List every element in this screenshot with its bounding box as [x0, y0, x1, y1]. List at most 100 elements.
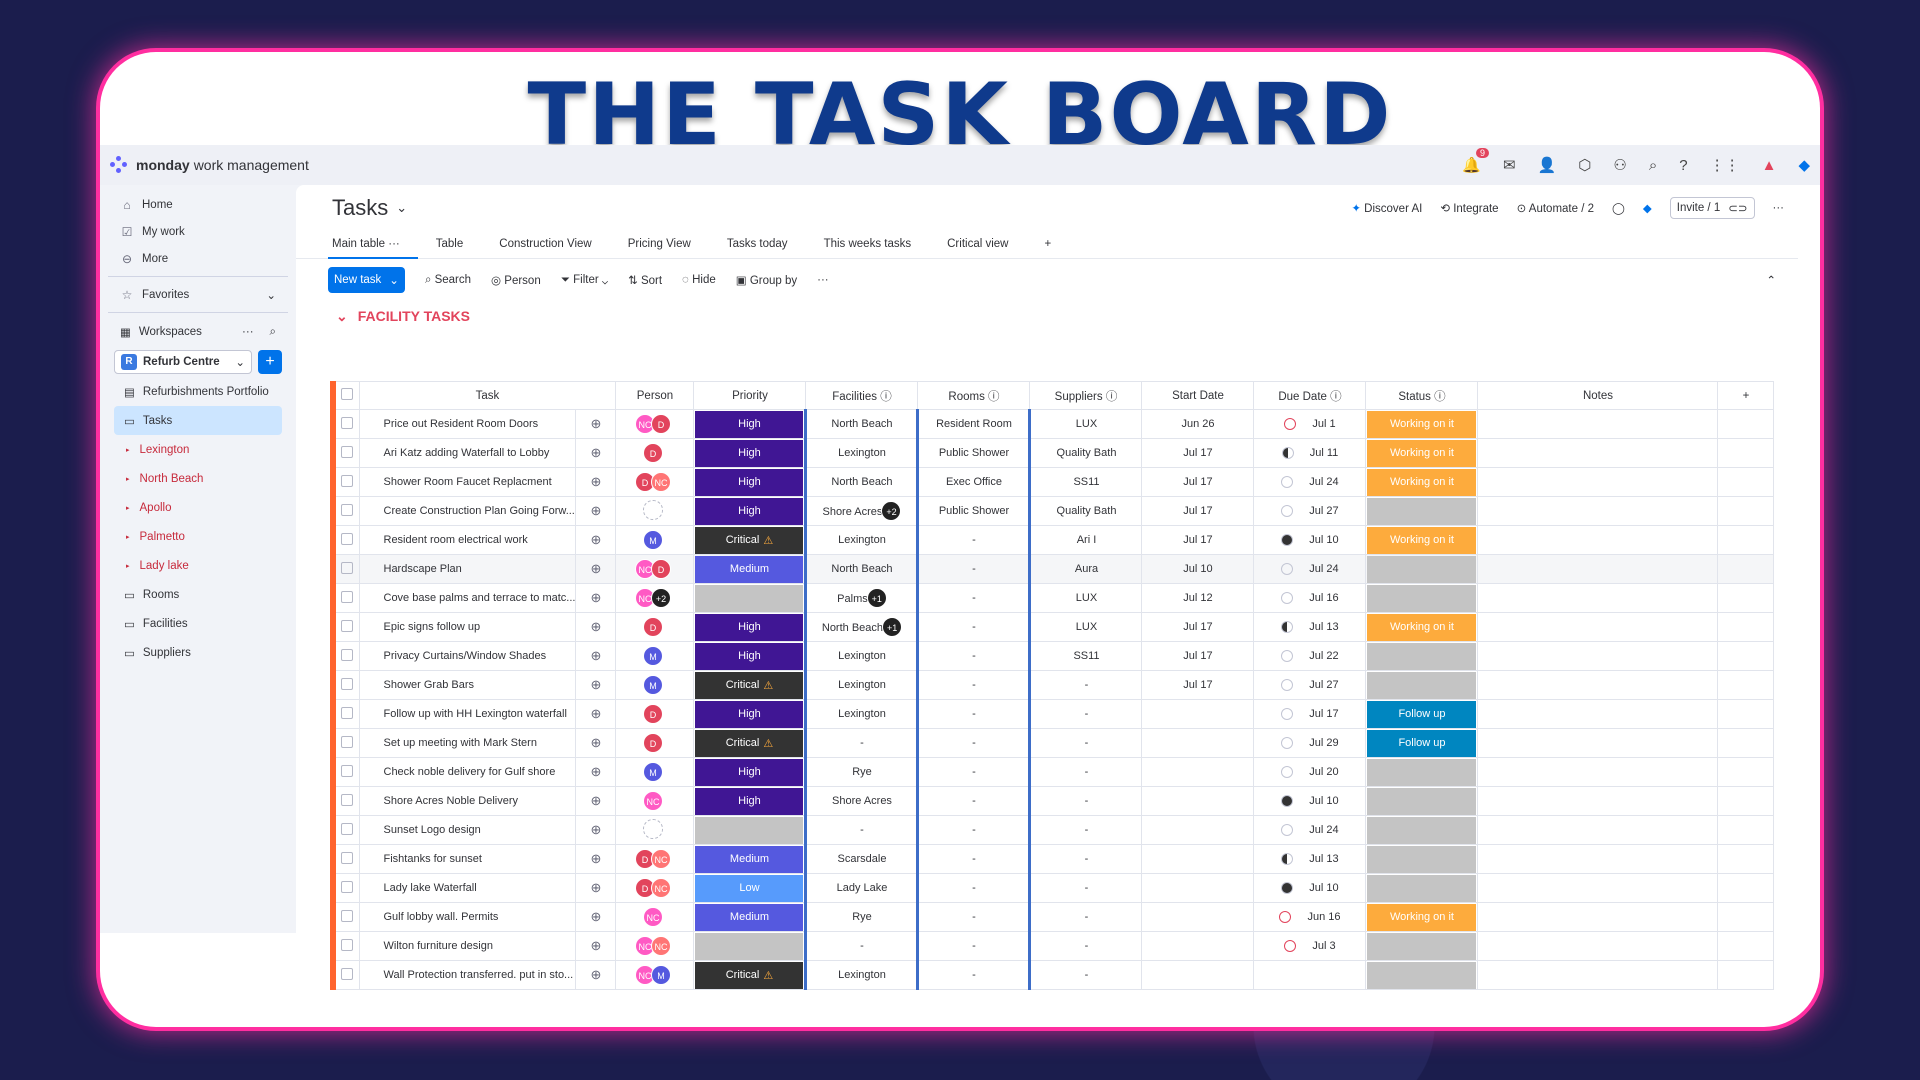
due-date-cell[interactable]: Jul 16: [1253, 583, 1367, 613]
supplier-cell[interactable]: LUX: [1028, 583, 1143, 613]
sidebar-item-suppliers[interactable]: ▭ Suppliers: [100, 638, 296, 667]
room-cell[interactable]: -: [916, 583, 1031, 613]
row-checkbox[interactable]: [330, 438, 360, 468]
sidebar-item-tasks[interactable]: ▭ Tasks: [114, 406, 282, 435]
updates-icon[interactable]: ⊕: [575, 670, 617, 700]
room-cell[interactable]: -: [916, 641, 1031, 671]
facility-cell[interactable]: Shore Acres +2: [804, 496, 919, 526]
supplier-cell[interactable]: -: [1028, 960, 1143, 990]
row-checkbox[interactable]: [330, 496, 360, 526]
collapse-icon[interactable]: ⌃: [1766, 273, 1776, 287]
start-date-cell[interactable]: [1141, 873, 1255, 903]
facility-cell[interactable]: Lexington: [804, 699, 919, 729]
column-header[interactable]: Rooms ⓘ: [917, 381, 1031, 410]
supplier-cell[interactable]: Aura: [1028, 554, 1143, 584]
task-name[interactable]: Epic signs follow up: [358, 612, 577, 642]
due-date-cell[interactable]: Jul 13: [1253, 612, 1367, 642]
person-cell[interactable]: D NC: [615, 844, 695, 874]
start-date-cell[interactable]: Jul 17: [1141, 670, 1255, 700]
room-cell[interactable]: -: [916, 670, 1031, 700]
workspace-dropdown[interactable]: R Refurb Centre ⌄: [114, 350, 252, 374]
status-cell[interactable]: Working on it: [1365, 438, 1479, 468]
column-header[interactable]: Priority: [693, 381, 807, 410]
avatar[interactable]: NC: [650, 936, 671, 956]
start-date-cell[interactable]: Jul 17: [1141, 525, 1255, 555]
task-name[interactable]: Follow up with HH Lexington waterfall: [358, 699, 577, 729]
table-row[interactable]: Price out Resident Room Doors ⊕ NC D High Nor…: [330, 409, 1775, 439]
tab-view[interactable]: Table: [418, 231, 482, 259]
updates-icon[interactable]: ⊕: [575, 409, 617, 439]
apps-icon[interactable]: ⬡: [1578, 156, 1591, 174]
person-cell[interactable]: M: [615, 525, 695, 555]
facility-cell[interactable]: Scarsdale: [804, 844, 919, 874]
avatar[interactable]: M: [642, 646, 663, 666]
table-row[interactable]: Gulf lobby wall. Permits ⊕ NC Medium Rye - - Ju…: [330, 902, 1775, 932]
facility-cell[interactable]: North Beach: [804, 409, 919, 439]
automate-button[interactable]: ⊙ Automate / 2: [1517, 201, 1594, 215]
table-row[interactable]: Set up meeting with Mark Stern ⊕ D Critical…: [330, 728, 1775, 758]
notes-cell[interactable]: [1477, 525, 1719, 555]
status-cell[interactable]: Working on it: [1365, 902, 1479, 932]
updates-icon[interactable]: ⊕: [575, 844, 617, 874]
tab-view[interactable]: Construction View: [481, 231, 609, 259]
priority-cell[interactable]: High: [693, 467, 807, 497]
status-cell[interactable]: [1365, 496, 1479, 526]
room-cell[interactable]: -: [916, 525, 1031, 555]
facility-cell[interactable]: Lexington: [804, 670, 919, 700]
supplier-cell[interactable]: -: [1028, 728, 1143, 758]
status-cell[interactable]: [1365, 815, 1479, 845]
room-cell[interactable]: -: [916, 757, 1031, 787]
tab-view[interactable]: Pricing View: [610, 231, 709, 259]
column-header[interactable]: Start Date: [1141, 381, 1255, 410]
table-row[interactable]: Create Construction Plan Going Forw... ⊕ H…: [330, 496, 1775, 526]
due-date-cell[interactable]: Jul 10: [1253, 786, 1367, 816]
updates-icon[interactable]: ⊕: [575, 438, 617, 468]
status-cell[interactable]: Working on it: [1365, 612, 1479, 642]
sidebar-item-more[interactable]: ⊖ More: [100, 245, 296, 272]
facility-cell[interactable]: -: [804, 815, 919, 845]
priority-cell[interactable]: Critical ⚠: [693, 728, 807, 758]
status-cell[interactable]: [1365, 873, 1479, 903]
notes-cell[interactable]: [1477, 409, 1719, 439]
start-date-cell[interactable]: [1141, 815, 1255, 845]
board-title[interactable]: Tasks ⌄: [332, 195, 407, 221]
discover-ai-button[interactable]: ✦ Discover AI: [1351, 201, 1422, 215]
row-checkbox[interactable]: [330, 815, 360, 845]
updates-icon[interactable]: ⊕: [575, 815, 617, 845]
person-cell[interactable]: NC D: [615, 554, 695, 584]
start-date-cell[interactable]: Jul 17: [1141, 496, 1255, 526]
priority-cell[interactable]: [693, 931, 807, 961]
supplier-cell[interactable]: Quality Bath: [1028, 438, 1143, 468]
person-cell[interactable]: NC: [615, 902, 695, 932]
sidebar-item-favorites[interactable]: ☆ Favorites ⌄: [100, 281, 296, 308]
facility-cell[interactable]: Lexington: [804, 525, 919, 555]
updates-icon[interactable]: ⊕: [575, 525, 617, 555]
ellipsis-icon[interactable]: ···: [242, 326, 254, 338]
person-cell[interactable]: D NC: [615, 873, 695, 903]
task-name[interactable]: Fishtanks for sunset: [358, 844, 577, 874]
supplier-cell[interactable]: Quality Bath: [1028, 496, 1143, 526]
sort-button[interactable]: ⇅ Sort: [628, 273, 662, 287]
tab-view[interactable]: Critical view: [929, 231, 1026, 259]
status-cell[interactable]: [1365, 844, 1479, 874]
person-cell[interactable]: NC M: [615, 960, 695, 990]
facility-cell[interactable]: North Beach +1: [804, 612, 919, 642]
tab-view[interactable]: Main table ···: [328, 231, 418, 259]
task-name[interactable]: Lady lake Waterfall: [358, 873, 577, 903]
avatar[interactable]: D: [642, 733, 663, 753]
task-name[interactable]: Sunset Logo design: [358, 815, 577, 845]
person-cell[interactable]: NC: [615, 786, 695, 816]
group-header[interactable]: ⌄ FACILITY TASKS: [296, 301, 1820, 331]
task-name[interactable]: Shower Grab Bars: [358, 670, 577, 700]
due-date-cell[interactable]: Jul 10: [1253, 525, 1367, 555]
room-cell[interactable]: -: [916, 612, 1031, 642]
due-date-cell[interactable]: Jul 20: [1253, 757, 1367, 787]
priority-cell[interactable]: High: [693, 641, 807, 671]
sidebar-item-my-work[interactable]: ☑ My work: [100, 218, 296, 245]
avatar[interactable]: [642, 499, 663, 520]
notes-cell[interactable]: [1477, 873, 1719, 903]
avatar[interactable]: NC: [642, 907, 663, 927]
column-header[interactable]: Person: [615, 381, 695, 410]
bell-icon[interactable]: 🔔 9: [1462, 148, 1490, 174]
start-date-cell[interactable]: Jul 17: [1141, 641, 1255, 671]
